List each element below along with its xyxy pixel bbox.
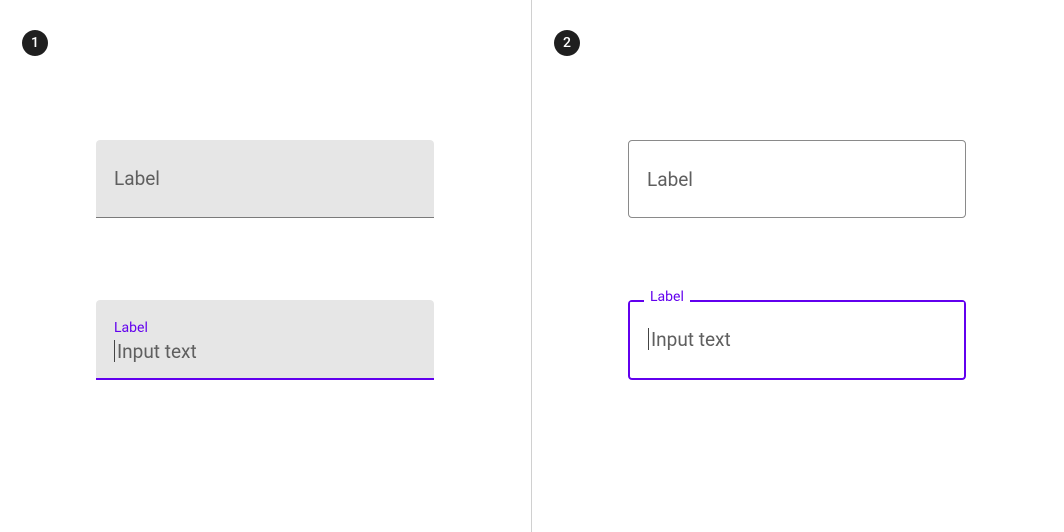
outlined-text-field-focused[interactable]: Label Input text (628, 300, 966, 380)
filled-focused-label: Label (114, 320, 416, 336)
filled-fields: Label Label Input text (96, 140, 434, 380)
filled-focused-value: Input text (117, 340, 197, 363)
filled-text-field-idle[interactable]: Label (96, 140, 434, 218)
text-caret-icon (114, 340, 115, 362)
outlined-notch: Label (630, 300, 964, 302)
filled-text-field-focused[interactable]: Label Input text (96, 300, 434, 380)
panel-badge-2: 2 (554, 30, 580, 56)
outlined-focused-label: Label (644, 290, 690, 292)
outlined-idle-label: Label (647, 168, 693, 191)
text-caret-icon (648, 328, 649, 350)
outlined-fields: Label Label Input text (628, 140, 966, 380)
outlined-text-field-idle[interactable]: Label (628, 140, 966, 218)
notch-border-left (630, 300, 644, 302)
panel-outlined: 2 Label Label Input text (532, 0, 1064, 532)
panel-filled: 1 Label Label Input text (0, 0, 532, 532)
filled-idle-label: Label (114, 167, 160, 190)
panel-badge-1: 1 (22, 30, 48, 56)
filled-focused-value-row: Input text (114, 340, 416, 363)
notch-border-right (690, 300, 964, 302)
outlined-focused-value: Input text (651, 328, 731, 351)
